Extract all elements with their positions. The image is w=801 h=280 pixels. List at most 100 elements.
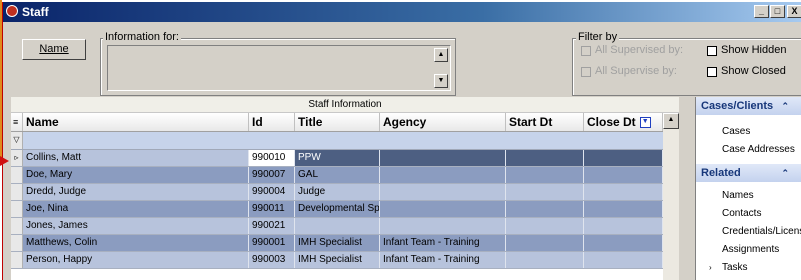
column-header-id[interactable]: Id (249, 113, 295, 131)
grid-vertical-scrollbar[interactable]: ▲ (663, 113, 679, 280)
cell-title[interactable]: GAL (295, 167, 380, 183)
row-selector[interactable] (11, 167, 23, 183)
table-row[interactable]: Jones, James 990021 (11, 218, 663, 235)
grid-caption: Staff Information (11, 97, 679, 113)
filter-icon: ▽ (11, 132, 23, 149)
cell-name[interactable]: Jones, James (23, 218, 249, 234)
cell-close-dt[interactable] (584, 201, 663, 217)
column-header-agency[interactable]: Agency (380, 113, 506, 131)
column-header-start-dt[interactable]: Start Dt (506, 113, 584, 131)
cell-start-dt[interactable] (506, 150, 584, 166)
minimize-button[interactable]: _ (754, 5, 769, 18)
close-button[interactable]: X (787, 5, 801, 18)
cell-close-dt[interactable] (584, 184, 663, 200)
scroll-up-icon[interactable]: ▲ (434, 48, 448, 62)
cell-start-dt[interactable] (506, 235, 584, 251)
column-header-title[interactable]: Title (295, 113, 380, 131)
title-bar[interactable]: Staff _ □ X (3, 2, 801, 22)
all-supervise-by-label: All Supervise by: (595, 65, 677, 77)
cell-close-dt[interactable] (584, 218, 663, 234)
cell-start-dt[interactable] (506, 167, 584, 183)
cell-name[interactable]: Joe, Nina (23, 201, 249, 217)
cell-close-dt[interactable] (584, 150, 663, 166)
cell-close-dt[interactable] (584, 252, 663, 268)
information-for-field[interactable]: ▲ ▼ (107, 45, 451, 91)
cell-agency[interactable] (380, 201, 506, 217)
all-supervised-by-label: All Supervised by: (595, 44, 684, 56)
collapse-cases-clients-icon[interactable]: ⌃ (781, 97, 789, 115)
column-header-close-dt[interactable]: Close Dt ▼ (584, 113, 663, 131)
show-closed-checkbox[interactable] (707, 67, 717, 77)
maximize-button[interactable]: □ (770, 5, 785, 18)
pane-link-tasks[interactable]: Tasks (722, 262, 748, 273)
pane-link-names[interactable]: Names (722, 190, 754, 201)
pane-link-contacts[interactable]: Contacts (722, 208, 761, 219)
grid-scroll-up-icon[interactable]: ▲ (663, 113, 679, 129)
pane-link-credentials-licenses[interactable]: Credentials/Licenses (722, 226, 801, 237)
cell-start-dt[interactable] (506, 184, 584, 200)
pane-link-case-addresses[interactable]: Case Addresses (722, 144, 795, 155)
pane-splitter[interactable] (679, 97, 695, 280)
cell-title[interactable]: Developmental Spe (295, 201, 380, 217)
cell-agency[interactable] (380, 167, 506, 183)
column-chooser-icon[interactable]: ≡ (11, 113, 23, 131)
show-hidden-checkbox[interactable] (707, 46, 717, 56)
column-header-name[interactable]: Name (23, 113, 249, 131)
cell-start-dt[interactable] (506, 201, 584, 217)
cell-title[interactable] (295, 218, 380, 234)
row-selector[interactable] (11, 252, 23, 268)
cell-title[interactable]: IMH Specialist (295, 235, 380, 251)
collapse-related-icon[interactable]: ⌃ (781, 164, 789, 182)
right-task-pane: Cases/Clients ⌃ Cases Case Addresses Rel… (695, 97, 801, 280)
cell-id[interactable]: 990021 (249, 218, 295, 234)
cell-agency[interactable] (380, 150, 506, 166)
section-header-cases-clients[interactable]: Cases/Clients ⌃ (696, 97, 801, 115)
staff-grid: Staff Information ≡ Name Id Title Agency… (11, 97, 679, 280)
cell-name[interactable]: Dredd, Judge (23, 184, 249, 200)
section-header-related[interactable]: Related ⌃ (696, 164, 801, 182)
row-selector[interactable] (11, 201, 23, 217)
row-selector[interactable] (11, 218, 23, 234)
cell-title[interactable]: PPW (295, 150, 380, 166)
cell-start-dt[interactable] (506, 218, 584, 234)
cell-id[interactable]: 990004 (249, 184, 295, 200)
cell-id[interactable]: 990001 (249, 235, 295, 251)
row-selector[interactable] (11, 235, 23, 251)
table-row[interactable]: ▹ Collins, Matt 990010 PPW (11, 150, 663, 167)
cell-name[interactable]: Matthews, Colin (23, 235, 249, 251)
cell-title[interactable]: IMH Specialist (295, 252, 380, 268)
cell-name[interactable]: Person, Happy (23, 252, 249, 268)
cell-id[interactable]: 990010 (249, 150, 295, 166)
cell-agency[interactable]: Infant Team - Training (380, 235, 506, 251)
cell-name[interactable]: Doe, Mary (23, 167, 249, 183)
cell-close-dt[interactable] (584, 167, 663, 183)
cell-agency[interactable] (380, 184, 506, 200)
table-row[interactable]: Doe, Mary 990007 GAL (11, 167, 663, 184)
cell-name[interactable]: Collins, Matt (23, 150, 249, 166)
sort-indicator-icon[interactable]: ▼ (639, 117, 651, 129)
table-row[interactable]: Dredd, Judge 990004 Judge (11, 184, 663, 201)
current-row-icon[interactable]: ▹ (11, 150, 23, 166)
cell-id[interactable]: 990003 (249, 252, 295, 268)
all-supervised-by-checkbox[interactable] (581, 46, 591, 56)
cell-title[interactable]: Judge (295, 184, 380, 200)
table-row[interactable]: Matthews, Colin 990001 IMH Specialist Infan… (11, 235, 663, 252)
cell-agency[interactable] (380, 218, 506, 234)
cell-id[interactable]: 990011 (249, 201, 295, 217)
scroll-down-icon[interactable]: ▼ (434, 74, 448, 88)
section-title-cases-clients: Cases/Clients (701, 100, 774, 112)
cell-start-dt[interactable] (506, 252, 584, 268)
table-row[interactable]: Person, Happy 990003 IMH Specialist Infant … (11, 252, 663, 269)
cell-agency[interactable]: Infant Team - Training (380, 252, 506, 268)
table-row[interactable]: Joe, Nina 990011 Developmental Spe (11, 201, 663, 218)
cell-close-dt[interactable] (584, 235, 663, 251)
all-supervise-by-checkbox[interactable] (581, 67, 591, 77)
cell-id[interactable]: 990007 (249, 167, 295, 183)
pane-link-cases[interactable]: Cases (722, 126, 750, 137)
pane-link-assignments[interactable]: Assignments (722, 244, 779, 255)
name-button[interactable]: Name (22, 39, 86, 60)
information-for-label: Information for: (103, 31, 181, 43)
row-selector[interactable] (11, 184, 23, 200)
grid-filter-row[interactable]: ▽ (11, 132, 663, 150)
info-scrollbar[interactable]: ▲ ▼ (434, 48, 448, 88)
